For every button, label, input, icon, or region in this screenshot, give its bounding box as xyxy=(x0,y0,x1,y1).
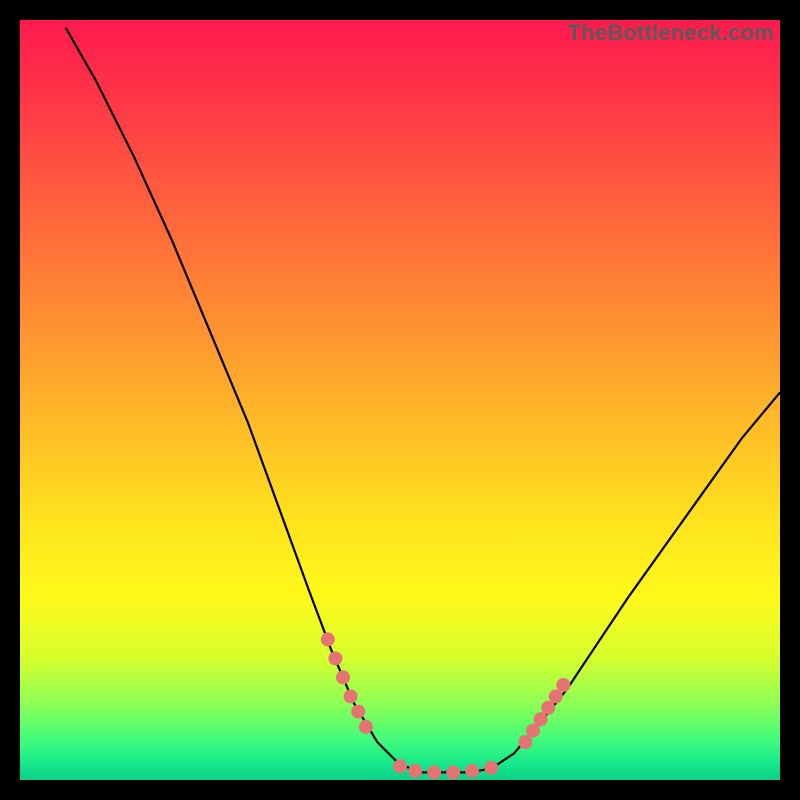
data-marker xyxy=(393,759,407,773)
data-marker xyxy=(465,764,479,778)
data-marker xyxy=(446,765,460,779)
data-marker xyxy=(408,764,422,778)
bottleneck-curve xyxy=(66,28,780,773)
chart-plot-area: TheBottleneck.com xyxy=(20,20,780,780)
data-marker xyxy=(549,689,563,703)
chart-frame: TheBottleneck.com xyxy=(0,0,800,800)
data-marker xyxy=(534,712,548,726)
data-marker xyxy=(427,765,441,779)
data-marker xyxy=(484,761,498,775)
data-marker xyxy=(556,678,570,692)
data-marker xyxy=(328,651,342,665)
data-marker xyxy=(344,689,358,703)
marker-group xyxy=(321,632,571,779)
data-marker xyxy=(541,701,555,715)
data-marker xyxy=(518,735,532,749)
data-marker xyxy=(336,670,350,684)
data-marker xyxy=(351,705,365,719)
data-marker xyxy=(526,724,540,738)
data-marker xyxy=(359,720,373,734)
chart-svg xyxy=(20,20,780,780)
data-marker xyxy=(321,632,335,646)
